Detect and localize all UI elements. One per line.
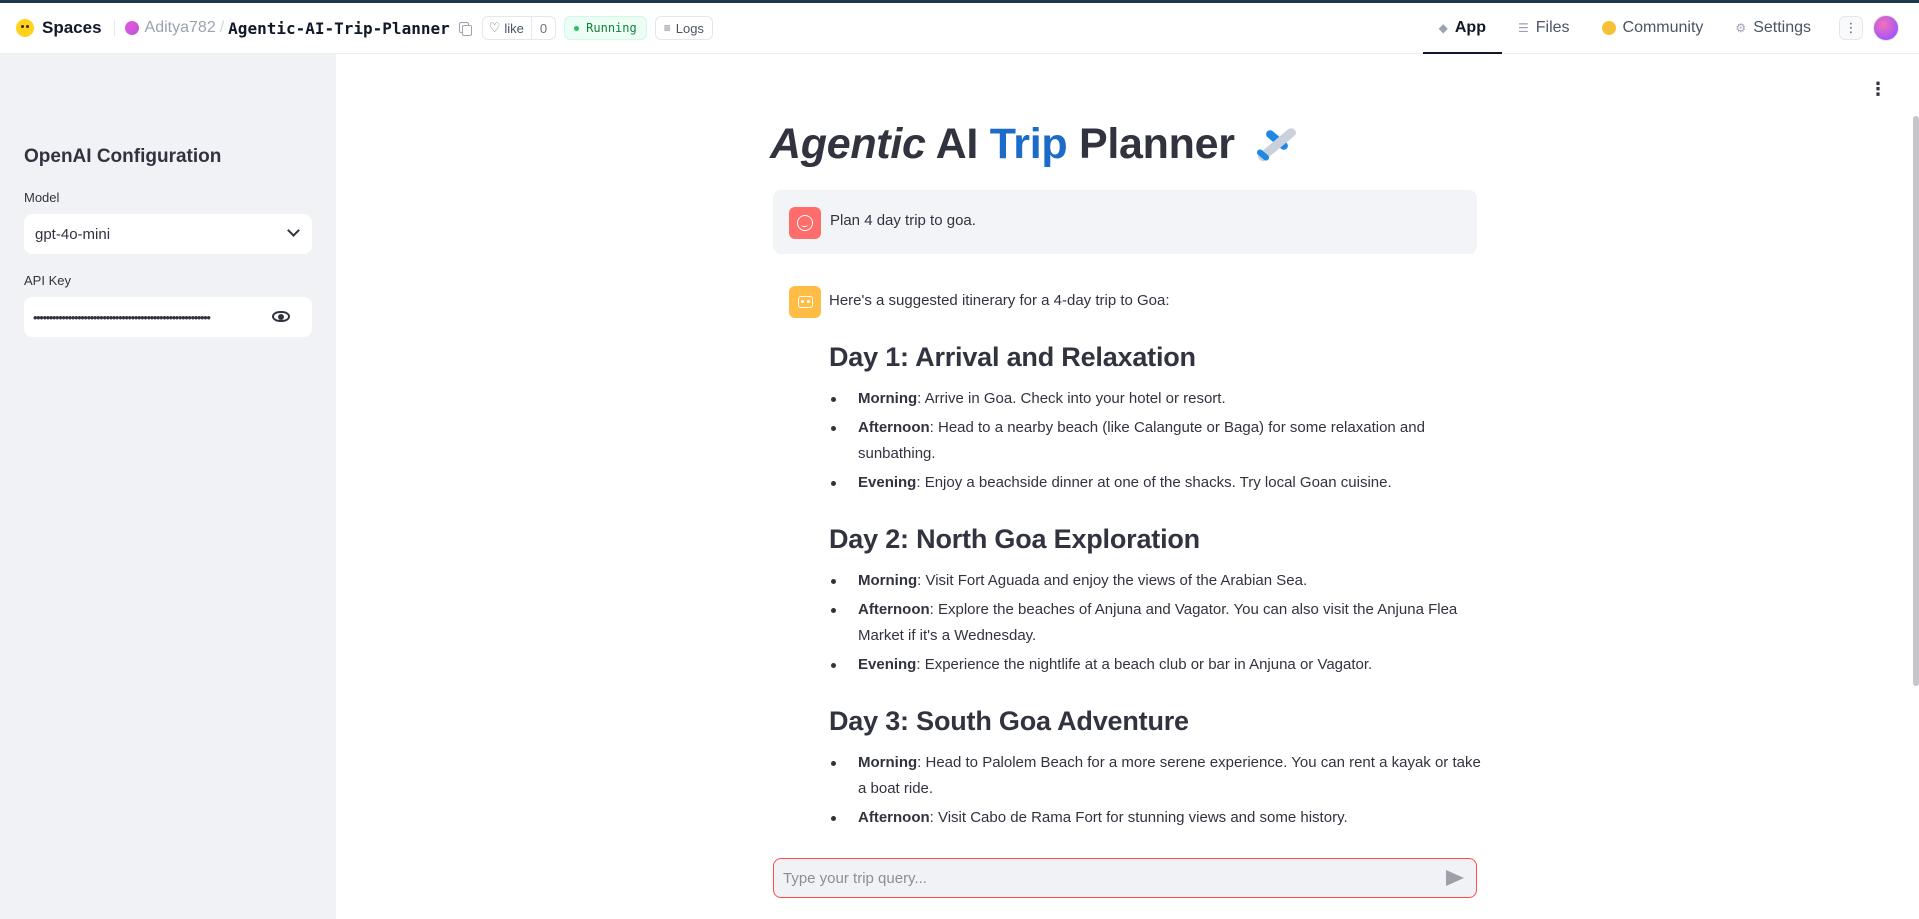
list-item: Afternoon: Explore the beaches of Anjuna…: [829, 597, 1489, 649]
title-ai: AI: [935, 120, 979, 168]
top-navigation-bar: Spaces Aditya782 / Agentic-AI-Trip-Plann…: [0, 0, 1919, 54]
tab-settings[interactable]: ⚙ Settings: [1719, 3, 1827, 53]
divider: [113, 20, 115, 36]
api-key-label: API Key: [24, 273, 71, 288]
copy-icon[interactable]: [458, 21, 472, 36]
send-icon[interactable]: [1446, 870, 1464, 886]
list-item: Evening: Enjoy a beachside dinner at one…: [829, 470, 1489, 496]
repo-name-link[interactable]: Agentic-AI-Trip-Planner: [228, 19, 450, 38]
tab-files-label: Files: [1535, 19, 1570, 36]
title-planner: Planner: [1079, 120, 1235, 168]
like-button[interactable]: ♡ like 0: [481, 16, 557, 40]
assistant-intro-text: Here's a suggested itinerary for a 4-day…: [829, 292, 1170, 309]
time-label: Morning: [858, 390, 918, 407]
list-item: Morning: Head to Palolem Beach for a mor…: [829, 750, 1489, 802]
chevron-down-icon: [287, 224, 300, 237]
activity-text: : Visit Fort Aguada and enjoy the views …: [917, 572, 1308, 589]
cube-icon: ◆: [1438, 21, 1448, 35]
user-chat-message: Plan 4 day trip to goa.: [773, 190, 1477, 254]
activity-text: : Explore the beaches of Anjuna and Vaga…: [858, 601, 1458, 644]
status-label: Running: [586, 21, 637, 35]
logs-icon: ≡: [663, 21, 671, 35]
user-avatar-icon: [789, 207, 821, 239]
tab-community-label: Community: [1622, 19, 1704, 36]
list-item: Afternoon: Head to a nearby beach (like …: [829, 415, 1489, 467]
logs-button[interactable]: ≡ Logs: [654, 16, 713, 40]
activity-text: : Enjoy a beachside dinner at one of the…: [916, 474, 1392, 491]
sidebar: OpenAI Configuration Model gpt-4o-mini A…: [0, 54, 336, 919]
list-item: Evening: Experience the nightlife at a b…: [829, 652, 1489, 678]
chat-input[interactable]: [783, 869, 1423, 887]
activity-text: : Experience the nightlife at a beach cl…: [916, 656, 1373, 673]
activity-text: : Visit Cabo de Rama Fort for stunning v…: [929, 809, 1348, 826]
day-plan-list: Morning: Visit Fort Aguada and enjoy the…: [829, 568, 1489, 678]
huggingface-logo-icon[interactable]: [16, 19, 34, 37]
logs-label: Logs: [675, 20, 704, 36]
time-label: Afternoon: [858, 419, 930, 436]
day-heading: Day 1: Arrival and Relaxation: [829, 342, 1196, 372]
time-label: Evening: [858, 474, 917, 491]
assistant-chat-message: Here's a suggested itinerary for a 4-day…: [829, 288, 1509, 838]
model-select-value: gpt-4o-mini: [35, 225, 111, 243]
title-agentic: Agentic: [770, 120, 926, 168]
chat-input-bar: [773, 858, 1477, 898]
activity-text: : Arrive in Goa. Check into your hotel o…: [917, 390, 1226, 407]
like-count[interactable]: 0: [530, 17, 555, 39]
day-plan-list: Morning: Arrive in Goa. Check into your …: [829, 386, 1489, 496]
heart-icon: ♡: [488, 20, 501, 35]
user-avatar[interactable]: [1873, 15, 1899, 41]
airplane-icon: [1252, 120, 1298, 164]
api-key-value: ••••••••••••••••••••••••••••••••••••••••…: [33, 309, 211, 325]
assistant-avatar-icon: [789, 286, 821, 318]
model-label: Model: [24, 190, 60, 205]
community-icon: [1601, 21, 1616, 35]
files-icon: ☰: [1517, 21, 1529, 35]
sidebar-title: OpenAI Configuration: [24, 146, 222, 167]
status-dot-icon: [574, 25, 580, 31]
owner-link[interactable]: Aditya782: [145, 19, 216, 37]
tab-app-label: App: [1454, 19, 1486, 36]
list-item: Afternoon: Visit Cabo de Rama Fort for s…: [829, 805, 1489, 831]
scrollbar[interactable]: [1913, 116, 1919, 686]
day-heading: Day 3: South Goa Adventure: [829, 706, 1189, 736]
page-title: Agentic AI Trip Planner: [770, 120, 1298, 169]
more-options-button[interactable]: ⋮: [1839, 16, 1863, 40]
day-plan-list: Morning: Head to Palolem Beach for a mor…: [829, 750, 1489, 831]
list-item: Morning: Visit Fort Aguada and enjoy the…: [829, 568, 1489, 594]
owner-avatar-icon[interactable]: [124, 21, 139, 35]
time-label: Afternoon: [858, 809, 930, 826]
tab-community[interactable]: Community: [1586, 3, 1720, 53]
path-separator: /: [219, 19, 225, 36]
like-label: like: [504, 20, 524, 36]
api-key-field[interactable]: ••••••••••••••••••••••••••••••••••••••••…: [24, 297, 312, 337]
tab-settings-label: Settings: [1753, 19, 1811, 36]
activity-text: : Head to a nearby beach (like Calangute…: [858, 419, 1425, 462]
time-label: Afternoon: [858, 601, 930, 618]
activity-text: : Head to Palolem Beach for a more seren…: [858, 754, 1481, 797]
title-trip: Trip: [989, 120, 1068, 168]
time-label: Evening: [858, 656, 917, 673]
user-message-text: Plan 4 day trip to goa.: [830, 212, 976, 229]
time-label: Morning: [858, 572, 918, 589]
gear-icon: ⚙: [1735, 21, 1747, 35]
main-menu-icon[interactable]: ⋮: [1869, 80, 1887, 98]
list-item: Morning: Arrive in Goa. Check into your …: [829, 386, 1489, 412]
tab-files[interactable]: ☰ Files: [1502, 3, 1586, 53]
spaces-link[interactable]: Spaces: [42, 18, 102, 38]
tab-app[interactable]: ◆ App: [1422, 3, 1503, 54]
time-label: Morning: [858, 754, 918, 771]
eye-icon[interactable]: [272, 311, 290, 322]
status-badge[interactable]: Running: [564, 16, 647, 40]
model-select[interactable]: gpt-4o-mini: [24, 214, 312, 254]
day-heading: Day 2: North Goa Exploration: [829, 524, 1200, 554]
